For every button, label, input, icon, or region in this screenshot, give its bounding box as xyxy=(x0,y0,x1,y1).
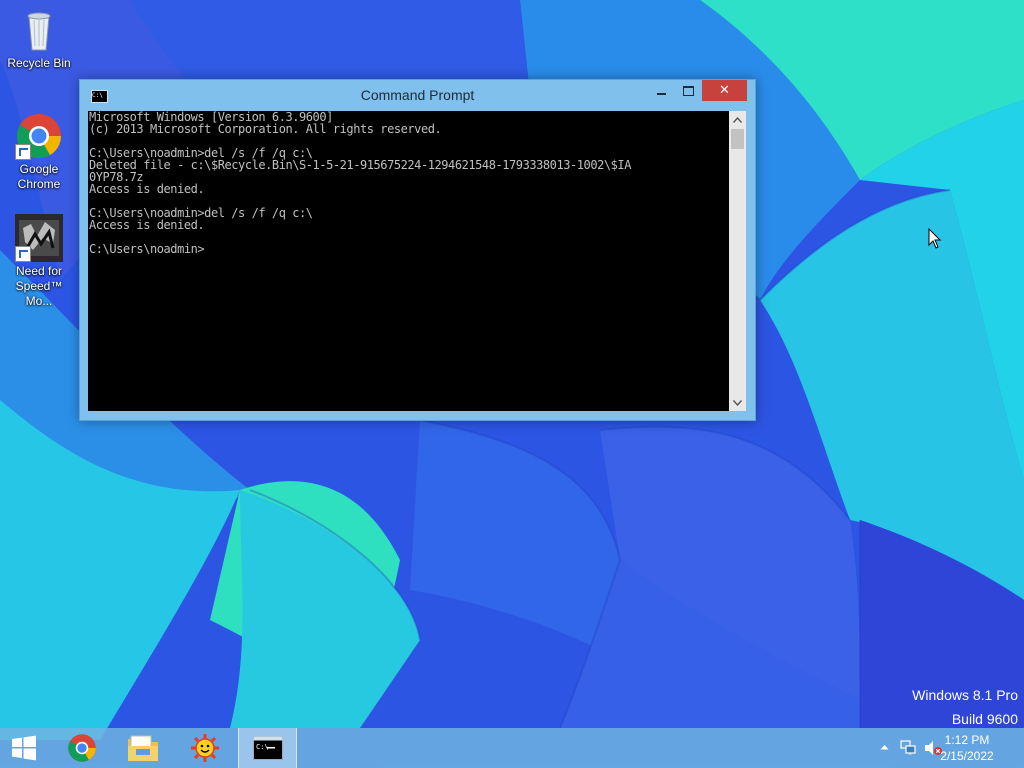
taskbar-file-explorer[interactable] xyxy=(115,728,171,768)
console-line: Access is denied. xyxy=(89,182,205,196)
desktop-icon-label: Speed™ Mo... xyxy=(15,279,63,308)
desktop-icon-label: Chrome xyxy=(17,177,61,191)
desktop-icon-label: Need for xyxy=(15,264,63,278)
taskbar: C:\ 1:12 PM 2/15/2022 xyxy=(0,728,1024,768)
desktop-icon-need-for-speed[interactable]: Need for Speed™ Mo... xyxy=(1,214,77,309)
minimize-button[interactable] xyxy=(648,80,674,101)
scroll-thumb[interactable] xyxy=(731,129,744,149)
chrome-icon xyxy=(68,734,96,762)
mouse-cursor-icon xyxy=(928,228,942,249)
desktop-icon-label: Recycle Bin xyxy=(7,56,71,70)
scroll-up-button[interactable] xyxy=(729,111,746,128)
start-icon xyxy=(12,735,36,761)
taskbar-chrome[interactable] xyxy=(54,728,110,768)
clock-time: 1:12 PM xyxy=(944,733,990,747)
file-explorer-icon xyxy=(128,735,158,761)
shortcut-arrow-icon xyxy=(15,246,31,262)
system-tray: 1:12 PM 2/15/2022 xyxy=(864,728,1024,768)
vertical-scrollbar[interactable] xyxy=(729,111,746,411)
chevron-down-icon xyxy=(733,399,742,406)
desktop-icon-google-chrome[interactable]: Google Chrome xyxy=(1,112,77,192)
minimize-icon xyxy=(656,92,666,95)
window-titlebar[interactable]: C:\ Command Prompt ✕ xyxy=(80,80,755,111)
console-line: (c) 2013 Microsoft Corporation. All righ… xyxy=(89,122,442,136)
nfs-most-wanted-icon xyxy=(15,214,63,262)
command-prompt-window[interactable]: C:\ Command Prompt ✕ Microsoft Windows [… xyxy=(79,79,756,421)
maximize-icon xyxy=(682,85,694,96)
desktop-icon-label: Google xyxy=(19,162,59,176)
clock[interactable]: 1:12 PM 2/15/2022 xyxy=(932,732,1002,764)
chevron-up-icon xyxy=(733,116,742,123)
console-line: Deleted file - c:\$Recycle.Bin\S-1-5-21-… xyxy=(89,158,631,172)
watermark-edition: Windows 8.1 Pro xyxy=(912,687,1018,703)
sun-app-icon xyxy=(191,734,219,762)
desktop-icon-recycle-bin[interactable]: Recycle Bin xyxy=(1,6,77,71)
shortcut-arrow-icon xyxy=(15,144,31,160)
svg-text:C:\: C:\ xyxy=(256,743,269,751)
maximize-button[interactable] xyxy=(675,80,701,101)
start-button[interactable] xyxy=(0,728,48,768)
windows-build-watermark: Windows 8.1 Pro Build 9600 xyxy=(912,683,1018,731)
recycle-bin-icon xyxy=(15,6,63,54)
close-icon: ✕ xyxy=(719,83,730,98)
console-line: Access is denied. xyxy=(89,218,205,232)
clock-date: 2/15/2022 xyxy=(940,749,994,763)
console-output[interactable]: Microsoft Windows [Version 6.3.9600] (c)… xyxy=(88,111,729,411)
console-prompt-line[interactable]: C:\Users\noadmin> xyxy=(88,243,729,255)
command-prompt-icon: C:\ xyxy=(252,736,283,760)
close-button[interactable]: ✕ xyxy=(702,80,747,101)
taskbar-sun-app[interactable] xyxy=(177,728,233,768)
network-icon[interactable] xyxy=(900,740,916,756)
scroll-down-button[interactable] xyxy=(729,394,746,411)
show-hidden-icons-icon[interactable] xyxy=(880,744,889,750)
taskbar-command-prompt[interactable]: C:\ xyxy=(238,728,297,768)
chrome-icon xyxy=(15,112,63,160)
